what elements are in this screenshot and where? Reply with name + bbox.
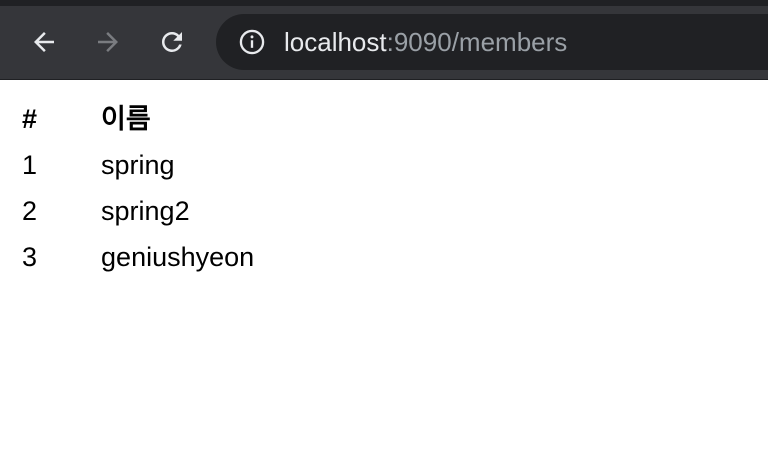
column-header-name: 이름 xyxy=(101,104,151,134)
page-content: # 이름 1 spring 2 spring2 3 geniushyeon xyxy=(16,96,260,286)
url-host: localhost xyxy=(284,27,387,57)
reload-button[interactable] xyxy=(152,22,192,62)
arrow-right-icon xyxy=(98,32,118,52)
table-row: 2 spring2 xyxy=(22,194,254,228)
table-row: 1 spring xyxy=(22,148,254,182)
back-button[interactable] xyxy=(24,22,64,62)
forward-button[interactable] xyxy=(88,22,128,62)
members-table: # 이름 1 spring 2 spring2 3 geniushyeon xyxy=(16,90,260,286)
member-name: spring2 xyxy=(101,196,190,226)
url-path: :9090/members xyxy=(386,27,568,57)
member-id: 2 xyxy=(22,196,38,226)
arrow-left-icon xyxy=(34,32,54,52)
info-icon[interactable] xyxy=(238,28,266,56)
reload-icon xyxy=(161,31,182,52)
address-bar[interactable]: localhost:9090/members xyxy=(216,14,768,70)
member-name: geniushyeon xyxy=(101,242,255,272)
browser-toolbar: localhost:9090/members xyxy=(0,0,768,80)
column-header-id: # xyxy=(22,104,38,134)
member-id: 3 xyxy=(22,242,38,272)
table-header-row: # 이름 xyxy=(22,102,254,136)
member-id: 1 xyxy=(22,150,38,180)
member-name: spring xyxy=(101,150,175,180)
tab-strip-edge xyxy=(0,0,768,6)
table-row: 3 geniushyeon xyxy=(22,240,254,274)
url-text[interactable]: localhost:9090/members xyxy=(284,27,567,57)
